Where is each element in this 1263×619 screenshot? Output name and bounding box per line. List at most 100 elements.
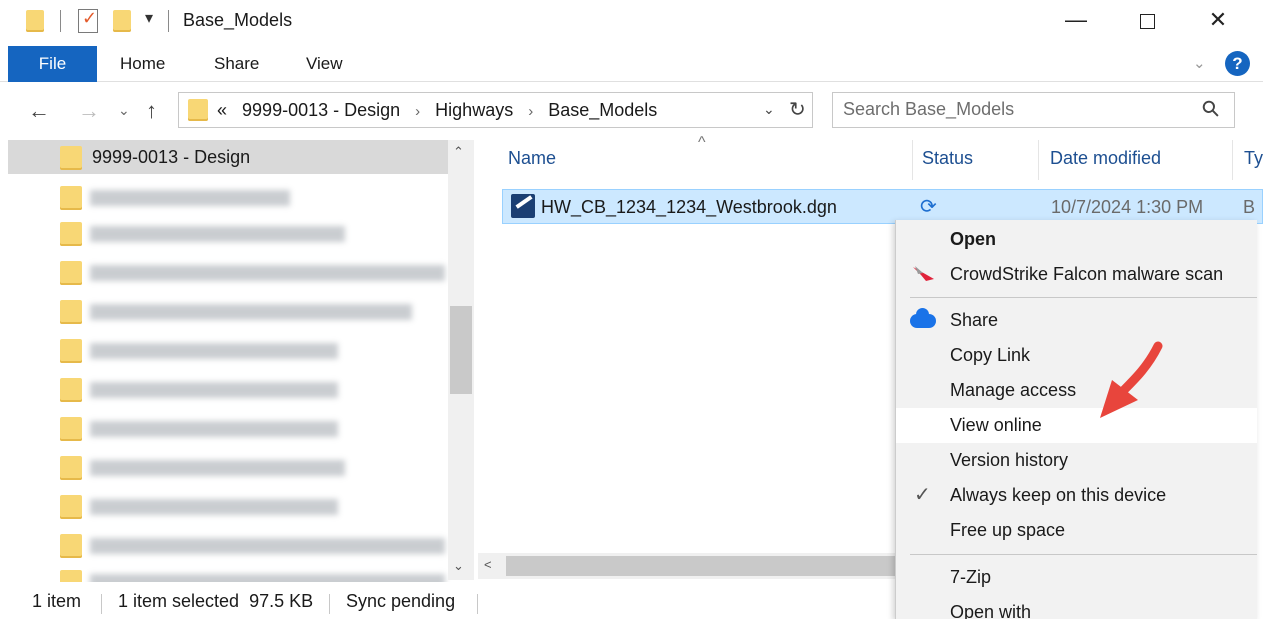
refresh-icon[interactable]: ↻ xyxy=(789,97,806,122)
status-divider xyxy=(329,594,330,614)
menu-item-label: Always keep on this device xyxy=(950,485,1167,505)
redacted-label xyxy=(90,226,345,242)
status-selection: 1 item selected 97.5 KB xyxy=(118,591,314,611)
redacted-label xyxy=(90,343,338,359)
menu-item-label: Open with xyxy=(950,602,1032,619)
folder-icon xyxy=(60,261,82,285)
column-divider[interactable] xyxy=(912,140,913,180)
breadcrumb-separator-icon[interactable]: › xyxy=(528,103,533,120)
sort-ascending-icon: ^ xyxy=(698,134,706,151)
folder-icon xyxy=(60,417,82,441)
nav-item-blurred[interactable] xyxy=(8,372,448,406)
folder-icon xyxy=(60,222,82,246)
breadcrumb-overflow[interactable]: « xyxy=(217,100,227,120)
search-icon[interactable]: ⚲ xyxy=(1196,94,1226,124)
file-type: B xyxy=(1243,197,1256,217)
title-bar: ✓ ▾ Base_Models — ✕ xyxy=(0,0,1263,42)
tab-share[interactable]: Share xyxy=(214,46,259,82)
breadcrumb-item-highways[interactable]: Highways xyxy=(435,100,513,120)
recent-locations-chevron-icon[interactable]: ⌄ xyxy=(118,102,130,119)
file-name: HW_CB_1234_1234_Westbrook.dgn xyxy=(541,197,837,217)
close-button[interactable]: ✕ xyxy=(1195,5,1241,35)
folder-icon xyxy=(60,146,82,170)
forward-button[interactable]: → xyxy=(78,98,100,124)
menu-item-label: 7-Zip xyxy=(950,567,992,587)
status-item-count: 1 item xyxy=(32,591,82,611)
breadcrumb-item-design[interactable]: 9999-0013 - Design xyxy=(242,100,400,120)
onedrive-cloud-icon xyxy=(910,308,936,328)
folder-icon xyxy=(60,186,82,210)
customize-quick-access-dropdown-icon[interactable]: ▾ xyxy=(145,8,153,28)
menu-item-label: Free up space xyxy=(950,520,1066,540)
address-history-dropdown-icon[interactable]: ⌄ xyxy=(763,101,775,118)
tab-view[interactable]: View xyxy=(306,46,343,82)
nav-item-blurred[interactable] xyxy=(8,294,448,328)
nav-item-blurred[interactable] xyxy=(8,411,448,445)
column-header-name[interactable]: Name xyxy=(508,148,556,169)
window-title: Base_Models xyxy=(183,10,293,30)
redacted-label xyxy=(90,574,445,582)
scroll-left-icon[interactable]: < xyxy=(484,557,492,572)
ribbon: File Home Share View ⌄ ? xyxy=(0,42,1263,82)
breadcrumb-item-base-models[interactable]: Base_Models xyxy=(548,100,657,120)
maximize-icon xyxy=(1139,13,1155,29)
nav-item-blurred[interactable] xyxy=(8,333,448,367)
menu-item-free-up-space[interactable]: Free up space xyxy=(896,513,1257,548)
file-row[interactable]: HW_CB_1234_1234_Westbrook.dgn ⟳ 10/7/202… xyxy=(502,189,1263,224)
menu-item-share[interactable]: Share xyxy=(896,303,1257,338)
search-input[interactable] xyxy=(843,99,1183,120)
breadcrumb: « 9999-0013 - Design › Highways › Base_M… xyxy=(217,100,657,121)
menu-item-label: CrowdStrike Falcon malware scan xyxy=(950,264,1224,284)
nav-item-blurred[interactable] xyxy=(8,180,448,214)
tab-file[interactable]: File xyxy=(8,46,97,82)
up-button[interactable]: ↑ xyxy=(146,98,157,124)
nav-item-blurred[interactable] xyxy=(8,450,448,484)
nav-item-blurred[interactable] xyxy=(8,528,448,562)
context-menu: Open CrowdStrike Falcon malware scan Sha… xyxy=(895,220,1257,619)
scrollbar-thumb[interactable] xyxy=(450,306,472,394)
column-divider[interactable] xyxy=(1232,140,1233,180)
properties-quick-access-icon[interactable]: ✓ xyxy=(78,8,98,33)
scroll-down-icon[interactable]: ⌄ xyxy=(453,558,464,574)
breadcrumb-separator-icon[interactable]: › xyxy=(415,103,420,120)
redacted-label xyxy=(90,382,338,398)
status-bar: 1 item 1 item selected 97.5 KB Sync pend… xyxy=(0,586,900,619)
nav-item-blurred[interactable] xyxy=(8,489,448,523)
column-divider[interactable] xyxy=(1038,140,1039,180)
menu-item-manage-access[interactable]: Manage access xyxy=(896,373,1257,408)
redacted-label xyxy=(90,421,338,437)
expand-ribbon-chevron-icon[interactable]: ⌄ xyxy=(1193,54,1206,72)
separator xyxy=(168,10,169,32)
menu-item-label: Copy Link xyxy=(950,345,1031,365)
menu-item-open[interactable]: Open xyxy=(896,222,1257,257)
menu-item-7zip[interactable]: 7-Zip xyxy=(896,560,1257,595)
file-list-horizontal-scrollbar[interactable]: < xyxy=(478,553,898,579)
nav-item-blurred[interactable] xyxy=(8,255,448,289)
maximize-button[interactable] xyxy=(1124,5,1170,35)
scroll-up-icon[interactable]: ⌃ xyxy=(453,144,464,160)
menu-item-version-history[interactable]: Version history xyxy=(896,443,1257,478)
menu-item-always-keep[interactable]: ✓ Always keep on this device xyxy=(896,478,1257,513)
nav-item-design[interactable]: 9999-0013 - Design xyxy=(8,140,448,174)
menu-item-copy-link[interactable]: Copy Link xyxy=(896,338,1257,373)
redacted-label xyxy=(90,190,290,206)
menu-item-label: Version history xyxy=(950,450,1069,470)
column-header-type[interactable]: Ty xyxy=(1244,148,1263,169)
menu-item-crowdstrike-scan[interactable]: CrowdStrike Falcon malware scan xyxy=(896,257,1257,292)
tab-home[interactable]: Home xyxy=(120,46,165,82)
address-bar[interactable]: « 9999-0013 - Design › Highways › Base_M… xyxy=(178,92,813,128)
minimize-button[interactable]: — xyxy=(1053,5,1099,35)
menu-item-open-with[interactable]: Open with xyxy=(896,595,1257,619)
nav-item-blurred[interactable] xyxy=(8,564,448,582)
search-box[interactable]: ⚲ xyxy=(832,92,1235,128)
scrollbar-thumb[interactable] xyxy=(506,556,898,576)
menu-item-view-online[interactable]: View online xyxy=(896,408,1257,443)
nav-pane-scrollbar[interactable]: ⌃ ⌄ xyxy=(448,140,474,580)
new-folder-quick-access-icon[interactable] xyxy=(113,10,131,32)
help-icon[interactable]: ? xyxy=(1225,51,1250,76)
column-header-date-modified[interactable]: Date modified xyxy=(1050,148,1161,169)
back-button[interactable]: ← xyxy=(28,98,50,124)
column-header-status[interactable]: Status xyxy=(922,148,973,169)
nav-item-blurred[interactable] xyxy=(8,216,448,250)
crowdstrike-falcon-icon xyxy=(913,266,934,281)
